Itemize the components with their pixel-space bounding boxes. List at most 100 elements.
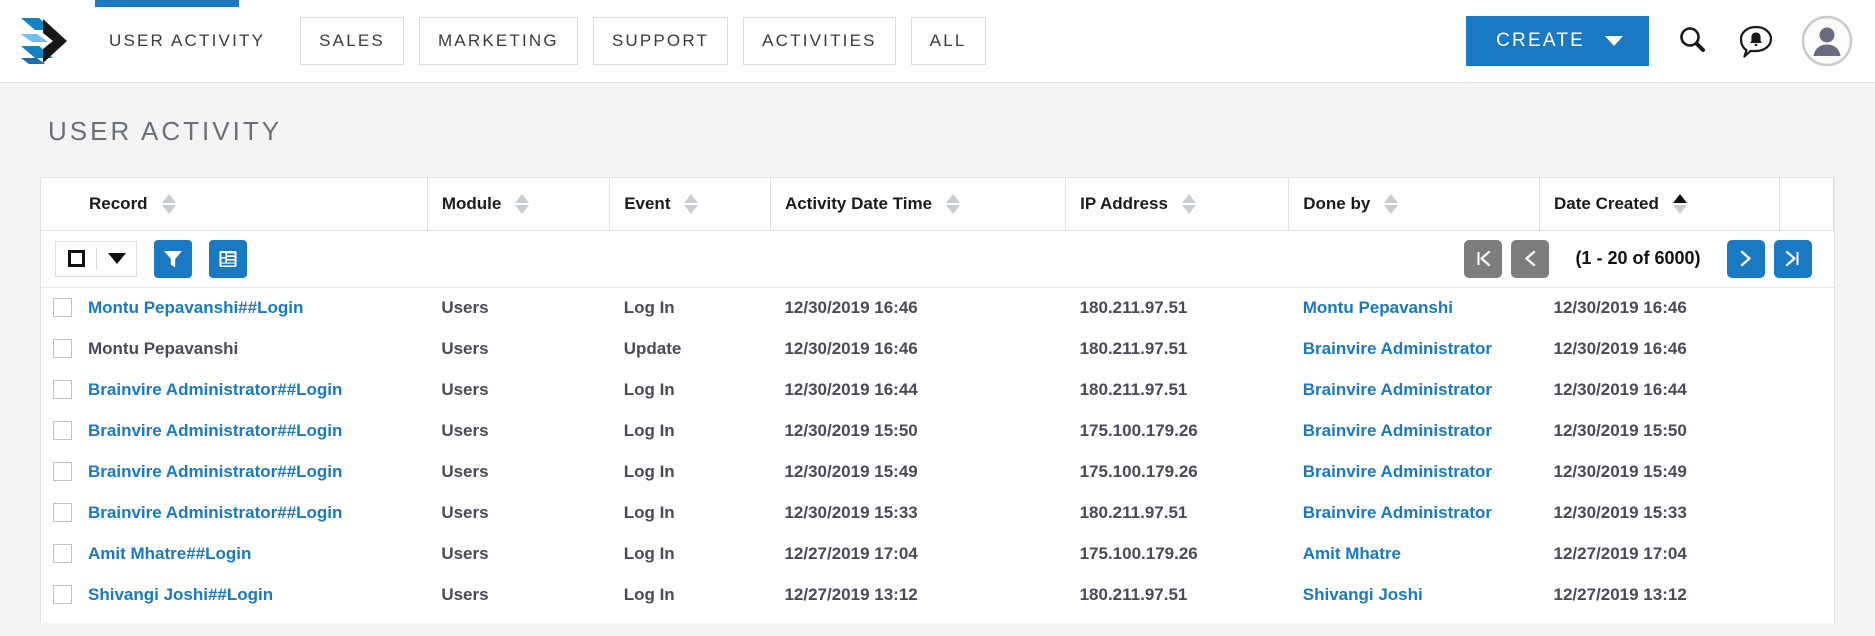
- cell-module: Users: [441, 420, 489, 440]
- record-link[interactable]: Brainvire Administrator##Login: [88, 462, 342, 482]
- tab-marketing[interactable]: MARKETING: [418, 17, 578, 65]
- column-header-event[interactable]: Event: [609, 178, 771, 231]
- column-header-ip-address[interactable]: IP Address: [1065, 178, 1290, 231]
- pagination-next-button[interactable]: [1726, 239, 1765, 278]
- cell-done-by: Brainvire Administrator: [1289, 451, 1540, 492]
- tab-sales[interactable]: SALES: [300, 17, 404, 65]
- cell-done-by: Shivangi Joshi: [1289, 574, 1540, 615]
- column-header-record[interactable]: Record: [41, 178, 428, 231]
- table-row[interactable]: Brainvire Administrator##LoginUsersLog I…: [41, 492, 1834, 533]
- table-row[interactable]: Shivangi Joshi##Login Users Log In 12/27/20…: [41, 574, 1834, 615]
- cell-spacer: [1779, 287, 1833, 328]
- create-button[interactable]: CREATE: [1466, 16, 1649, 66]
- cell-activity-date-time: 12/27/2019 13:12: [784, 584, 918, 604]
- brainvire-logo[interactable]: [14, 12, 72, 70]
- sort-icon-record[interactable]: [161, 193, 176, 214]
- record-link[interactable]: Brainvire Administrator##Login: [88, 380, 342, 400]
- cell-spacer: [1779, 615, 1833, 623]
- done-by-link[interactable]: Montu Pepavanshi: [1303, 298, 1453, 317]
- pagination-count: (1 - 20 of 6000): [1575, 248, 1701, 268]
- done-by-link[interactable]: Brainvire Administrator: [1303, 462, 1492, 481]
- create-button-label: CREATE: [1496, 30, 1585, 51]
- column-header-record-label: Record: [89, 193, 148, 213]
- cell-record: Amit Mhatre##Login: [41, 533, 427, 574]
- pagination-first-button[interactable]: [1464, 239, 1503, 278]
- column-header-ip-address-label: IP Address: [1080, 193, 1168, 213]
- tab-activities-label: ACTIVITIES: [762, 31, 877, 50]
- user-avatar-icon[interactable]: [1801, 15, 1853, 67]
- sort-icon-done-by[interactable]: [1384, 193, 1399, 214]
- select-all-dropdown[interactable]: [55, 240, 137, 277]
- tab-support[interactable]: SUPPORT: [592, 17, 729, 65]
- table-row[interactable]: Montu Pepavanshi Users Update 12/30/2019 16…: [41, 328, 1834, 369]
- table-row[interactable]: Amit Mhatre##Login Users Log In 12/27/2019 …: [41, 533, 1834, 574]
- cell-spacer: [1779, 328, 1833, 369]
- sort-icon-activity-date-time[interactable]: [946, 193, 961, 214]
- chevron-down-icon: [108, 253, 126, 264]
- column-header-module[interactable]: Module: [427, 178, 611, 231]
- cell-activity-date-time: 12/27/2019 17:04: [784, 543, 918, 563]
- cell-module: Users: [441, 502, 489, 522]
- done-by-link[interactable]: Shivangi Joshi: [1303, 585, 1423, 604]
- cell-event: Log In: [610, 615, 771, 623]
- done-by-link[interactable]: Brainvire Administrator: [1303, 380, 1492, 399]
- cell-record: Brainvire Administrator##Login: [41, 451, 427, 492]
- row-checkbox[interactable]: [53, 298, 72, 318]
- record-link[interactable]: Brainvire Administrator##Login: [88, 503, 342, 523]
- tab-sales-label: SALES: [319, 31, 385, 50]
- table-row[interactable]: Brainvire Administrator##LoginUsersLog I…: [41, 369, 1834, 410]
- tab-user-activity[interactable]: USER ACTIVITY: [108, 17, 292, 65]
- tab-activities[interactable]: ACTIVITIES: [743, 17, 896, 65]
- cell-module: Users: [441, 584, 489, 604]
- done-by-link[interactable]: Brainvire Administrator: [1303, 503, 1492, 522]
- cell-module: Users: [441, 338, 489, 358]
- column-header-date-created-label: Date Created: [1554, 193, 1659, 213]
- column-header-activity-date-time[interactable]: Activity Date Time: [770, 178, 1067, 231]
- notifications-icon[interactable]: [1737, 22, 1775, 60]
- tab-all[interactable]: ALL: [910, 17, 986, 65]
- column-header-date-created[interactable]: Date Created: [1539, 178, 1780, 231]
- cell-spacer: [1779, 369, 1833, 410]
- divider: [96, 247, 97, 270]
- sort-icon-date-created[interactable]: [1672, 193, 1687, 214]
- cell-module: Users: [441, 543, 489, 563]
- pagination-prev-button[interactable]: [1511, 239, 1550, 278]
- pagination: (1 - 20 of 6000): [1464, 239, 1812, 278]
- record-link[interactable]: Amit Mhatre##Login: [88, 544, 251, 564]
- page-title: USER ACTIVITY: [48, 116, 283, 146]
- done-by-link[interactable]: Amit Mhatre: [1303, 544, 1401, 563]
- columns-chooser-button[interactable]: [209, 239, 247, 278]
- cell-record: Brainvire Administrator##Login: [41, 492, 427, 533]
- table-row[interactable]: Brainvire Administrator##LoginUsersLog I…: [41, 615, 1834, 623]
- record-text: Montu Pepavanshi: [88, 338, 239, 358]
- column-header-done-by[interactable]: Done by: [1288, 178, 1540, 231]
- row-checkbox[interactable]: [53, 380, 72, 399]
- done-by-link[interactable]: Brainvire Administrator: [1303, 421, 1492, 440]
- sort-icon-ip-address[interactable]: [1181, 193, 1196, 214]
- record-link[interactable]: Brainvire Administrator##Login: [88, 421, 342, 441]
- record-link[interactable]: Shivangi Joshi##Login: [88, 585, 273, 605]
- row-checkbox[interactable]: [53, 503, 72, 522]
- cell-spacer: [1779, 410, 1833, 451]
- done-by-link[interactable]: Brainvire Administrator: [1303, 339, 1492, 358]
- select-all-checkbox[interactable]: [68, 250, 85, 267]
- table-row[interactable]: Brainvire Administrator##LoginUsersLog I…: [41, 410, 1834, 451]
- row-checkbox[interactable]: [53, 339, 72, 358]
- record-link[interactable]: Montu Pepavanshi##Login: [88, 298, 303, 318]
- cell-date-created: 12/30/2019 16:44: [1553, 379, 1687, 399]
- pagination-last-button[interactable]: [1773, 239, 1812, 278]
- active-tab-indicator: [95, 0, 239, 7]
- cell-date-created: 12/30/2019 15:33: [1553, 502, 1687, 522]
- filter-button[interactable]: [154, 239, 192, 278]
- table-row[interactable]: Brainvire Administrator##LoginUsersLog I…: [41, 451, 1834, 492]
- row-checkbox[interactable]: [53, 462, 72, 481]
- row-checkbox[interactable]: [53, 544, 72, 563]
- cell-date-created: 12/30/2019 15:50: [1553, 420, 1687, 440]
- sort-icon-module[interactable]: [515, 193, 530, 214]
- row-checkbox[interactable]: [53, 585, 72, 604]
- row-checkbox[interactable]: [53, 421, 72, 440]
- sort-icon-event[interactable]: [684, 193, 699, 214]
- table-header-row: Record Module Event Activity Date Time I…: [41, 178, 1834, 231]
- table-row[interactable]: Montu Pepavanshi##Login Users Log In 12/30/…: [41, 287, 1834, 328]
- search-icon[interactable]: [1675, 23, 1711, 59]
